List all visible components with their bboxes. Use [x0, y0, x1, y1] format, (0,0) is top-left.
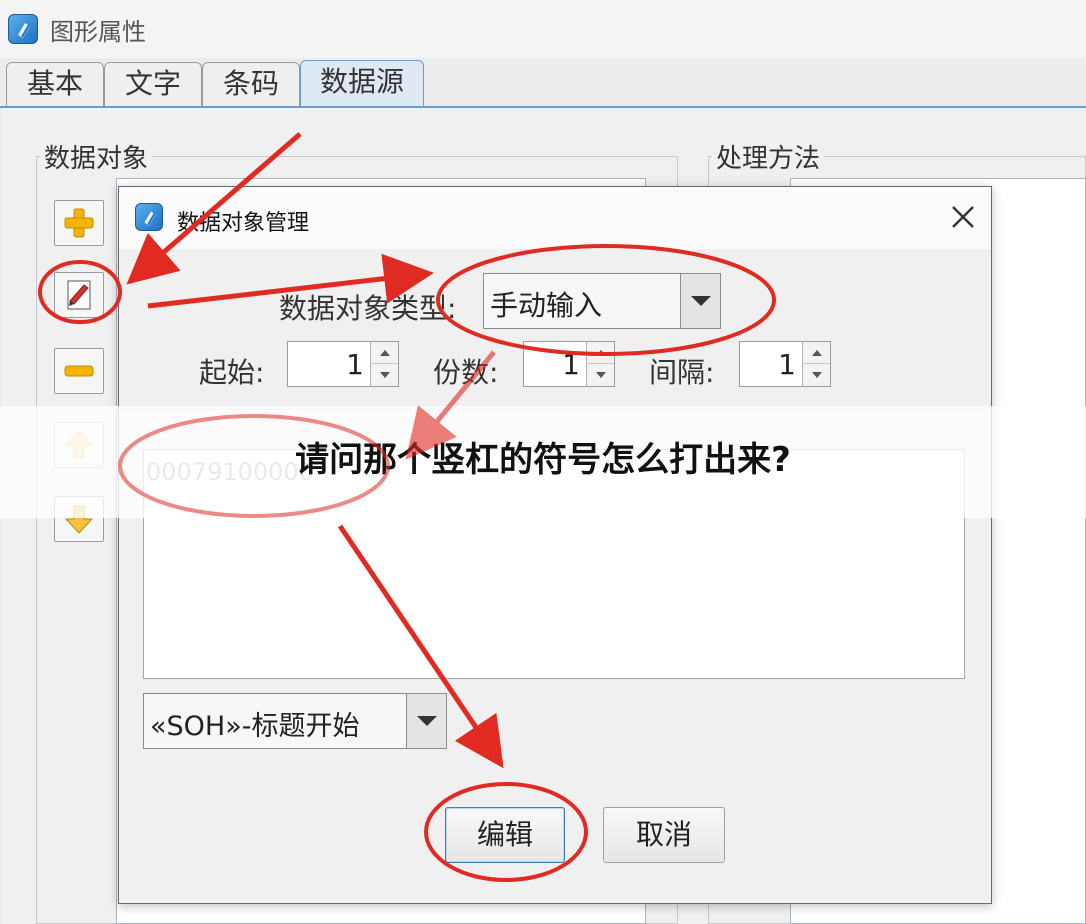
add-button[interactable]	[54, 200, 104, 246]
cancel-button[interactable]: 取消	[603, 807, 725, 863]
tab-basic[interactable]: 基本	[6, 62, 104, 106]
edit-button[interactable]: 编辑	[445, 807, 565, 863]
main-titlebar: 图形属性	[0, 0, 1086, 58]
dialog-close-button[interactable]	[947, 201, 979, 233]
spin-up-icon[interactable]	[371, 342, 398, 364]
chevron-down-icon	[417, 716, 437, 726]
count-value: 1	[562, 348, 580, 381]
question-text: 请问那个竖杠的符号怎么打出来?	[295, 440, 791, 480]
remove-button[interactable]	[54, 348, 104, 394]
spin-down-icon[interactable]	[371, 364, 398, 386]
chevron-down-icon	[691, 296, 711, 306]
object-type-select[interactable]: 手动输入	[483, 273, 721, 329]
start-label: 起始:	[199, 356, 265, 389]
edit-object-button[interactable]	[54, 272, 104, 318]
interval-value: 1	[778, 348, 796, 381]
edit-icon	[67, 280, 91, 310]
object-type-value: 手动输入	[490, 289, 603, 322]
processing-group-label: 处理方法	[712, 138, 825, 175]
data-object-group-label: 数据对象	[40, 138, 153, 175]
control-char-select[interactable]: «SOH»-标题开始	[143, 693, 447, 749]
spin-down-icon[interactable]	[587, 364, 614, 386]
dialog-titlebar: 数据对象管理	[119, 187, 991, 249]
tab-text[interactable]: 文字	[104, 62, 202, 106]
dialog-title: 数据对象管理	[177, 211, 310, 236]
minus-icon	[64, 365, 94, 377]
start-spinner-arrows[interactable]	[370, 342, 398, 386]
interval-label: 间隔:	[649, 356, 715, 389]
start-value: 1	[346, 348, 364, 381]
start-spinner[interactable]: 1	[287, 341, 399, 387]
app-logo-icon	[8, 14, 38, 44]
tab-barcode[interactable]: 条码	[202, 62, 300, 106]
count-label: 份数:	[433, 356, 499, 389]
close-icon	[952, 206, 974, 228]
spin-down-icon[interactable]	[803, 364, 830, 386]
dialog-app-icon	[135, 203, 163, 231]
data-object-manager-dialog: 数据对象管理 数据对象类型: 手动输入 起始: 1 份数: 1 间隔: 1 «S…	[118, 186, 992, 904]
tab-datasource[interactable]: 数据源	[300, 60, 424, 108]
spin-up-icon[interactable]	[803, 342, 830, 364]
control-char-value: «SOH»-标题开始	[150, 711, 360, 742]
object-type-dropdown-button[interactable]	[680, 274, 720, 328]
spin-up-icon[interactable]	[587, 342, 614, 364]
control-char-dropdown-button[interactable]	[406, 694, 446, 748]
plus-icon	[64, 208, 94, 238]
count-spinner-arrows[interactable]	[586, 342, 614, 386]
object-type-label: 数据对象类型:	[279, 292, 457, 325]
interval-spinner-arrows[interactable]	[802, 342, 830, 386]
count-spinner[interactable]: 1	[523, 341, 615, 387]
interval-spinner[interactable]: 1	[739, 341, 831, 387]
window-title: 图形属性	[50, 18, 146, 46]
